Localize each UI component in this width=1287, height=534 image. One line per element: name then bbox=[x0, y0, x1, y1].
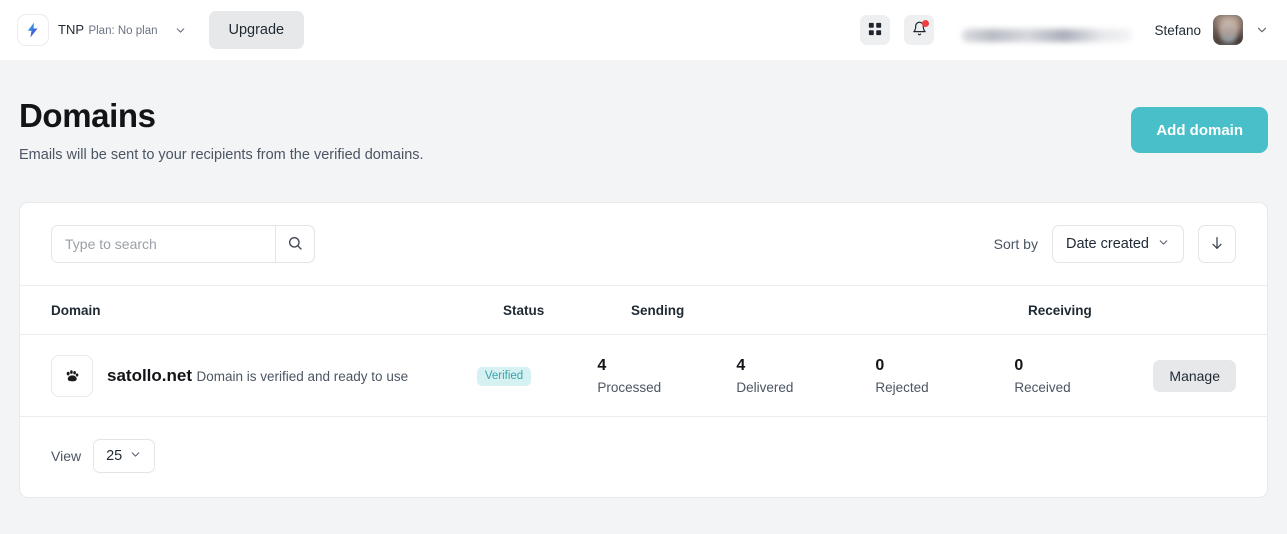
upgrade-button[interactable]: Upgrade bbox=[208, 11, 305, 49]
user-name: Stefano bbox=[1154, 22, 1201, 38]
table-row[interactable]: satollo.net Domain is verified and ready… bbox=[20, 335, 1267, 418]
avatar[interactable] bbox=[1213, 15, 1243, 45]
add-domain-button[interactable]: Add domain bbox=[1131, 107, 1268, 153]
stat-processed: 4 Processed bbox=[597, 356, 736, 395]
domain-description: Domain is verified and ready to use bbox=[196, 369, 409, 385]
arrow-down-icon bbox=[1209, 235, 1225, 254]
notifications-button[interactable] bbox=[904, 15, 935, 45]
page-header-text: Domains Emails will be sent to your reci… bbox=[19, 97, 424, 164]
status-cell: Verified bbox=[476, 366, 598, 387]
search-input[interactable] bbox=[51, 225, 275, 264]
notification-dot-badge bbox=[922, 20, 930, 27]
stat-processed-label: Processed bbox=[597, 380, 662, 396]
stat-delivered-label: Delivered bbox=[736, 380, 794, 396]
domains-card: Sort by Date created Domain Status Sendi… bbox=[19, 202, 1268, 499]
paw-print-favicon-icon bbox=[51, 354, 93, 397]
column-header-receiving: Receiving bbox=[1028, 302, 1092, 318]
sort-order-button[interactable] bbox=[1198, 225, 1236, 264]
stat-received-label: Received bbox=[1014, 380, 1071, 396]
stat-received-value: 0 bbox=[1014, 357, 1024, 375]
page-subtitle: Emails will be sent to your recipients f… bbox=[19, 147, 424, 164]
sort-controls: Sort by Date created bbox=[993, 225, 1236, 264]
card-toolbar: Sort by Date created bbox=[20, 203, 1267, 285]
chevron-down-icon[interactable] bbox=[174, 24, 187, 37]
search-button[interactable] bbox=[275, 225, 315, 264]
manage-button[interactable]: Manage bbox=[1153, 359, 1236, 392]
stat-rejected-value: 0 bbox=[875, 357, 885, 375]
chevron-down-icon bbox=[1157, 236, 1170, 253]
view-label: View bbox=[51, 448, 82, 465]
org-name: TNP bbox=[58, 21, 84, 37]
stat-processed-value: 4 bbox=[597, 357, 607, 375]
grid-apps-button[interactable] bbox=[860, 15, 891, 45]
domain-text: satollo.net Domain is verified and ready… bbox=[107, 365, 408, 386]
status-badge: Verified bbox=[476, 366, 532, 387]
bolt-logo-icon bbox=[18, 15, 48, 45]
grid-apps-icon bbox=[868, 22, 882, 39]
top-bar-right: Stefano bbox=[860, 15, 1269, 45]
sort-by-select[interactable]: Date created bbox=[1051, 225, 1184, 264]
avatar-face bbox=[1219, 20, 1237, 43]
domain-cell: satollo.net Domain is verified and ready… bbox=[51, 354, 477, 397]
table-header: Domain Status Sending Receiving bbox=[20, 285, 1267, 336]
card-footer: View 25 bbox=[20, 417, 1267, 497]
page-content: Domains Emails will be sent to your reci… bbox=[0, 60, 1287, 499]
stat-rejected-label: Rejected bbox=[875, 380, 929, 396]
column-header-sending: Sending bbox=[631, 302, 685, 318]
column-header-domain: Domain bbox=[51, 302, 101, 318]
org-switcher[interactable]: TNP Plan: No plan bbox=[18, 15, 193, 45]
stats-group: 4 Processed 4 Delivered 0 Rejected 0 Rec… bbox=[597, 356, 1153, 395]
stat-received: 0 Received bbox=[1014, 356, 1153, 395]
page-size-select[interactable]: 25 bbox=[93, 439, 156, 474]
search-group bbox=[51, 225, 315, 264]
stat-rejected: 0 Rejected bbox=[875, 356, 1014, 395]
domain-name: satollo.net bbox=[107, 366, 193, 386]
account-email-blurred bbox=[962, 28, 1133, 42]
column-header-status: Status bbox=[503, 302, 545, 318]
sort-by-label: Sort by bbox=[993, 236, 1038, 253]
search-icon bbox=[287, 235, 303, 254]
page-title: Domains bbox=[19, 97, 156, 134]
stat-delivered: 4 Delivered bbox=[736, 356, 875, 395]
org-text: TNP Plan: No plan bbox=[58, 21, 158, 39]
top-bar: TNP Plan: No plan Upgrade Stefano bbox=[0, 0, 1287, 60]
sort-by-value: Date created bbox=[1065, 236, 1149, 253]
user-menu-chevron-down-icon[interactable] bbox=[1255, 23, 1269, 37]
chevron-down-icon bbox=[129, 448, 142, 465]
page-size-value: 25 bbox=[106, 448, 123, 465]
page-header: Domains Emails will be sent to your reci… bbox=[19, 60, 1268, 163]
org-plan: Plan: No plan bbox=[88, 24, 158, 37]
stat-delivered-value: 4 bbox=[736, 357, 746, 375]
